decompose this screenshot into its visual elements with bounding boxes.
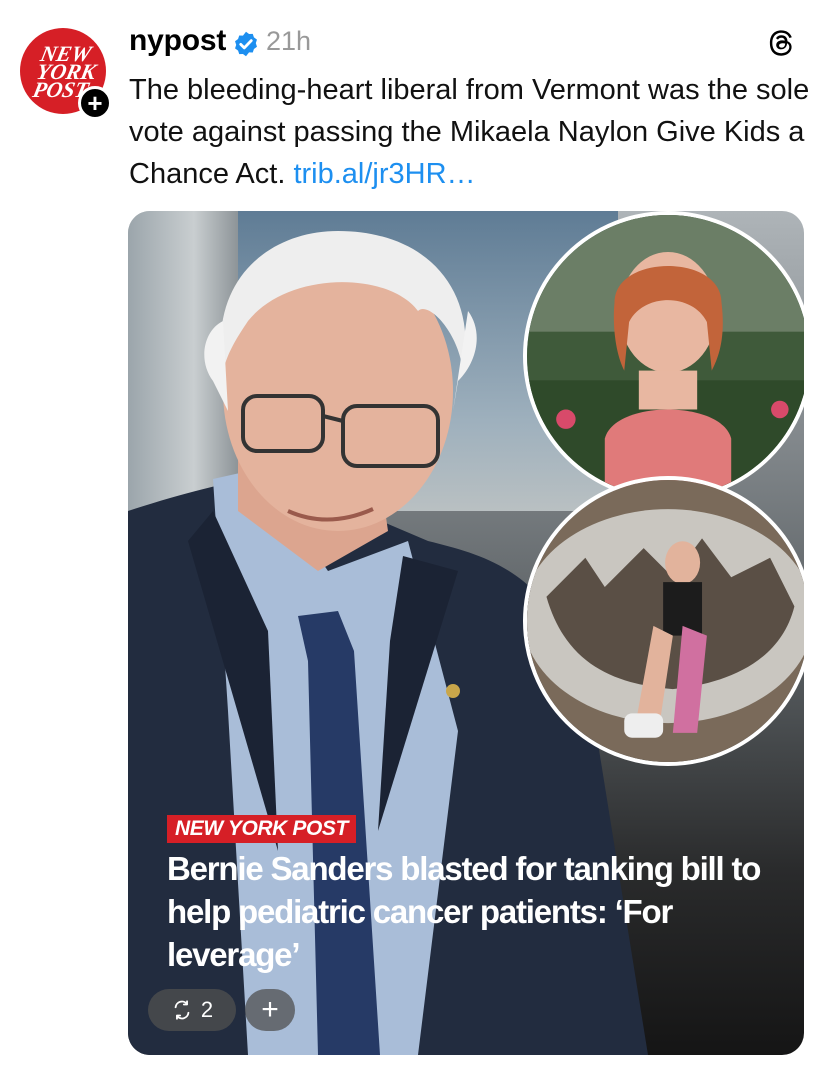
link-preview-card[interactable]: NEW YORK POST Bernie Sanders blasted for…	[128, 211, 804, 1055]
card-headline: Bernie Sanders blasted for tanking bill …	[167, 850, 761, 973]
repost-icon	[174, 1000, 190, 1020]
post-text: The bleeding-heart liberal from Vermont …	[129, 69, 819, 195]
post-link[interactable]: trib.al/jr3HR…	[293, 158, 475, 190]
threads-icon[interactable]	[766, 28, 796, 60]
verified-badge-icon	[235, 31, 257, 57]
follow-button[interactable]: +	[78, 86, 112, 120]
repost-count: 2	[200, 997, 214, 1022]
post-timestamp: 21h	[266, 26, 312, 56]
repost-button[interactable]: 2	[148, 989, 236, 1031]
inset-photo-egg-sculpture	[523, 476, 804, 766]
source-tag: NEW YORK POST	[167, 815, 356, 843]
inset-photo-portrait	[523, 211, 804, 501]
add-button[interactable]: +	[245, 989, 295, 1031]
username[interactable]: nypost	[129, 24, 226, 58]
